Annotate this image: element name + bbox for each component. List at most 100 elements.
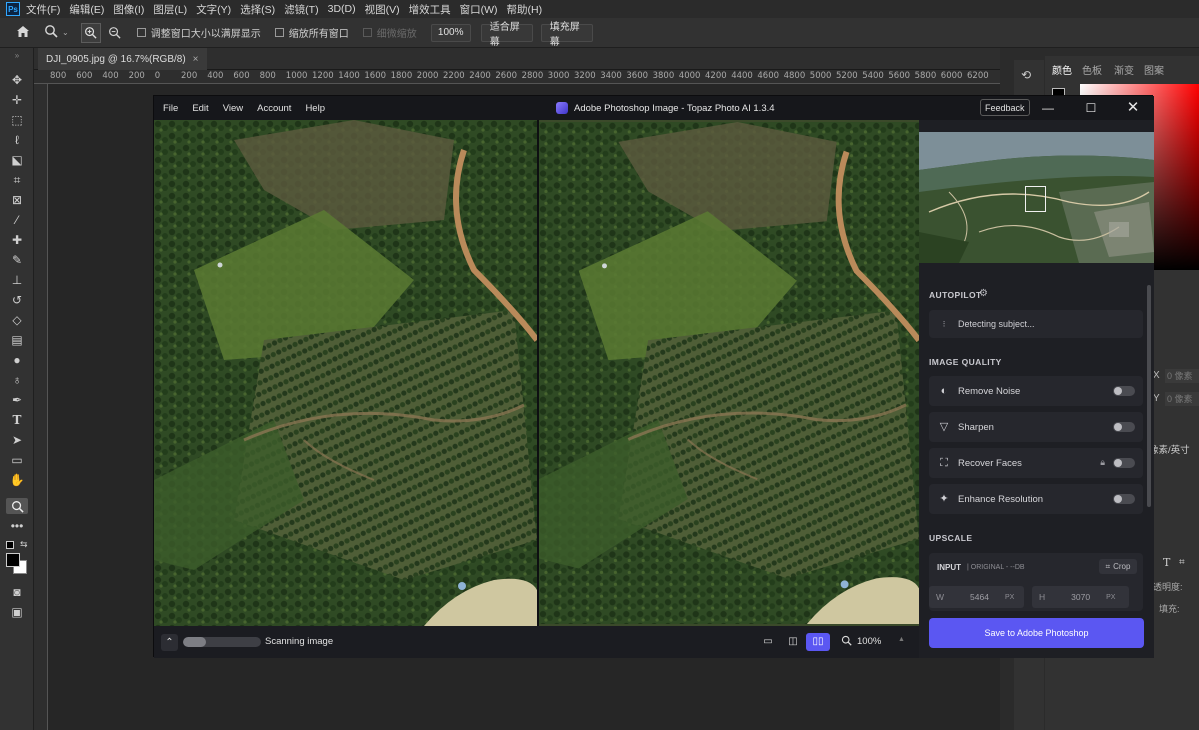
- height-field[interactable]: H 3070 PX: [1032, 586, 1129, 608]
- screen-mode-icon[interactable]: ▣: [9, 604, 25, 620]
- clone-stamp-icon[interactable]: ⊥: [9, 272, 25, 288]
- topaz-menu-account[interactable]: Account: [257, 103, 291, 114]
- object-select-icon[interactable]: ⬕: [9, 152, 25, 168]
- gradient-tool-icon[interactable]: ▤: [9, 332, 25, 348]
- hand-tool-icon[interactable]: ✋: [9, 472, 25, 488]
- autopilot-settings-icon[interactable]: ⚙: [979, 288, 988, 299]
- history-panel-icon[interactable]: ⟲: [1021, 68, 1031, 82]
- healing-brush-icon[interactable]: ✚: [9, 232, 25, 248]
- zoom-out-icon[interactable]: [105, 23, 125, 43]
- navigator-thumbnail[interactable]: [919, 132, 1154, 263]
- ps-menu-view[interactable]: 视图(V): [365, 2, 400, 17]
- ps-menu-type[interactable]: 文字(Y): [196, 2, 231, 17]
- sidebar-scrollbar[interactable]: [1147, 285, 1151, 507]
- toolbar-collapse-icon[interactable]: »: [9, 48, 25, 64]
- remove-noise-row[interactable]: ◐ Remove Noise: [929, 376, 1143, 406]
- ps-menu-file[interactable]: 文件(F): [26, 2, 60, 17]
- artboard-icon[interactable]: ⌗: [1179, 557, 1185, 568]
- topaz-menu-view[interactable]: View: [223, 103, 243, 114]
- ps-menu-filter[interactable]: 滤镜(T): [284, 2, 318, 17]
- zoom-percent-field[interactable]: 100%: [430, 23, 471, 42]
- history-brush-icon[interactable]: ↺: [9, 292, 25, 308]
- dodge-tool-icon[interactable]: ♁: [9, 372, 25, 388]
- close-icon[interactable]: ✕: [1123, 98, 1143, 118]
- type-layer-icon[interactable]: T: [1163, 556, 1170, 569]
- crop-tool-icon[interactable]: ⌗: [9, 172, 25, 188]
- original-image-view[interactable]: [154, 120, 537, 626]
- eraser-tool-icon[interactable]: ◇: [9, 312, 25, 328]
- recover-faces-row[interactable]: ⛶ Recover Faces 🔒︎: [929, 448, 1143, 478]
- x-field[interactable]: 0 像素: [1165, 369, 1199, 383]
- zoom-level[interactable]: 100%: [857, 636, 881, 647]
- split-view-icon[interactable]: ◫: [781, 633, 805, 651]
- ps-menu-window[interactable]: 窗口(W): [460, 2, 498, 17]
- zoom-all-windows-checkbox[interactable]: 缩放所有窗口: [274, 25, 349, 40]
- ps-menu-help[interactable]: 帮助(H): [507, 2, 543, 17]
- scan-progress-fill: [183, 637, 207, 647]
- tab-swatches[interactable]: 色板: [1082, 62, 1102, 77]
- home-icon[interactable]: [16, 25, 30, 41]
- lasso-tool-icon[interactable]: ℓ: [9, 132, 25, 148]
- quick-mask-icon[interactable]: ◙: [9, 584, 25, 600]
- processed-image-view[interactable]: [539, 120, 919, 626]
- more-tools-icon[interactable]: •••: [9, 518, 25, 534]
- zoom-in-icon[interactable]: [80, 22, 101, 43]
- zoom-tool-icon[interactable]: [6, 498, 28, 514]
- ps-menu-select[interactable]: 选择(S): [240, 2, 275, 17]
- document-tab-bar: DJI_0905.jpg @ 16.7%(RGB/8) ×: [34, 48, 1000, 70]
- tab-gradients[interactable]: 渐变: [1114, 62, 1134, 77]
- pen-tool-icon[interactable]: ✒: [9, 392, 25, 408]
- navigator-viewport-box[interactable]: [1025, 186, 1046, 212]
- ruler-tick-label: 5000: [809, 71, 832, 81]
- marquee-tool-icon[interactable]: ⬚: [9, 112, 25, 128]
- width-field[interactable]: W 5464 PX: [929, 586, 1024, 608]
- topaz-menu-file[interactable]: File: [163, 103, 178, 114]
- y-field[interactable]: 0 像素: [1165, 392, 1199, 406]
- maximize-icon[interactable]: ☐: [1081, 98, 1101, 118]
- feedback-button[interactable]: Feedback: [980, 99, 1030, 116]
- frame-tool-icon[interactable]: ⊠: [9, 192, 25, 208]
- tab-color[interactable]: 颜色: [1052, 62, 1072, 77]
- enhance-resolution-toggle[interactable]: [1113, 494, 1135, 504]
- side-by-side-view-icon[interactable]: ▯▯: [806, 633, 830, 651]
- ps-menu-3d[interactable]: 3D(D): [328, 3, 356, 15]
- minimize-icon[interactable]: —: [1038, 98, 1058, 118]
- eyedropper-icon[interactable]: ⁄: [9, 212, 25, 228]
- zoom-icon[interactable]: [841, 635, 852, 649]
- ps-menu-plugins[interactable]: 增效工具: [409, 2, 451, 17]
- default-colors-icon[interactable]: [6, 541, 14, 549]
- remove-noise-toggle[interactable]: [1113, 386, 1135, 396]
- chevron-down-icon[interactable]: ⌄: [62, 28, 69, 37]
- resize-windows-checkbox[interactable]: 调整窗口大小以满屏显示: [136, 25, 261, 40]
- zoom-dropdown-icon[interactable]: ▲: [898, 636, 905, 643]
- ps-menu-layer[interactable]: 图层(L): [153, 2, 187, 17]
- tab-patterns[interactable]: 图案: [1144, 62, 1164, 77]
- type-tool-icon[interactable]: T: [9, 412, 25, 428]
- sharpen-row[interactable]: ▽ Sharpen: [929, 412, 1143, 442]
- ps-menu-edit[interactable]: 编辑(E): [69, 2, 104, 17]
- single-view-icon[interactable]: ▭: [756, 633, 780, 651]
- swap-colors-icon[interactable]: ⇆: [20, 539, 28, 550]
- recover-faces-toggle[interactable]: [1113, 458, 1135, 468]
- ps-menu-image[interactable]: 图像(I): [113, 2, 144, 17]
- ruler-tick-label: 4000: [678, 71, 701, 81]
- chevron-up-icon[interactable]: ⌃: [161, 634, 178, 651]
- zoom-tool-icon[interactable]: [44, 24, 58, 41]
- close-icon[interactable]: ×: [193, 54, 199, 65]
- save-to-photoshop-button[interactable]: Save to Adobe Photoshop: [929, 618, 1144, 648]
- foreground-color-swatch[interactable]: [6, 553, 20, 567]
- document-tab[interactable]: DJI_0905.jpg @ 16.7%(RGB/8) ×: [38, 48, 207, 70]
- path-select-icon[interactable]: ➤: [9, 432, 25, 448]
- rectangle-tool-icon[interactable]: ▭: [9, 452, 25, 468]
- artboard-move-icon[interactable]: ✛: [9, 92, 25, 108]
- enhance-resolution-row[interactable]: ✦ Enhance Resolution: [929, 484, 1143, 514]
- brush-tool-icon[interactable]: ✎: [9, 252, 25, 268]
- crop-button[interactable]: ⌗ Crop: [1099, 559, 1137, 574]
- blur-tool-icon[interactable]: ●: [9, 352, 25, 368]
- fill-screen-button[interactable]: 填充屏幕: [540, 22, 593, 48]
- topaz-menu-help[interactable]: Help: [305, 103, 325, 114]
- topaz-menu-edit[interactable]: Edit: [192, 103, 208, 114]
- move-tool-icon[interactable]: ✥: [9, 72, 25, 88]
- sharpen-toggle[interactable]: [1113, 422, 1135, 432]
- fit-screen-button[interactable]: 适合屏幕: [480, 22, 533, 48]
